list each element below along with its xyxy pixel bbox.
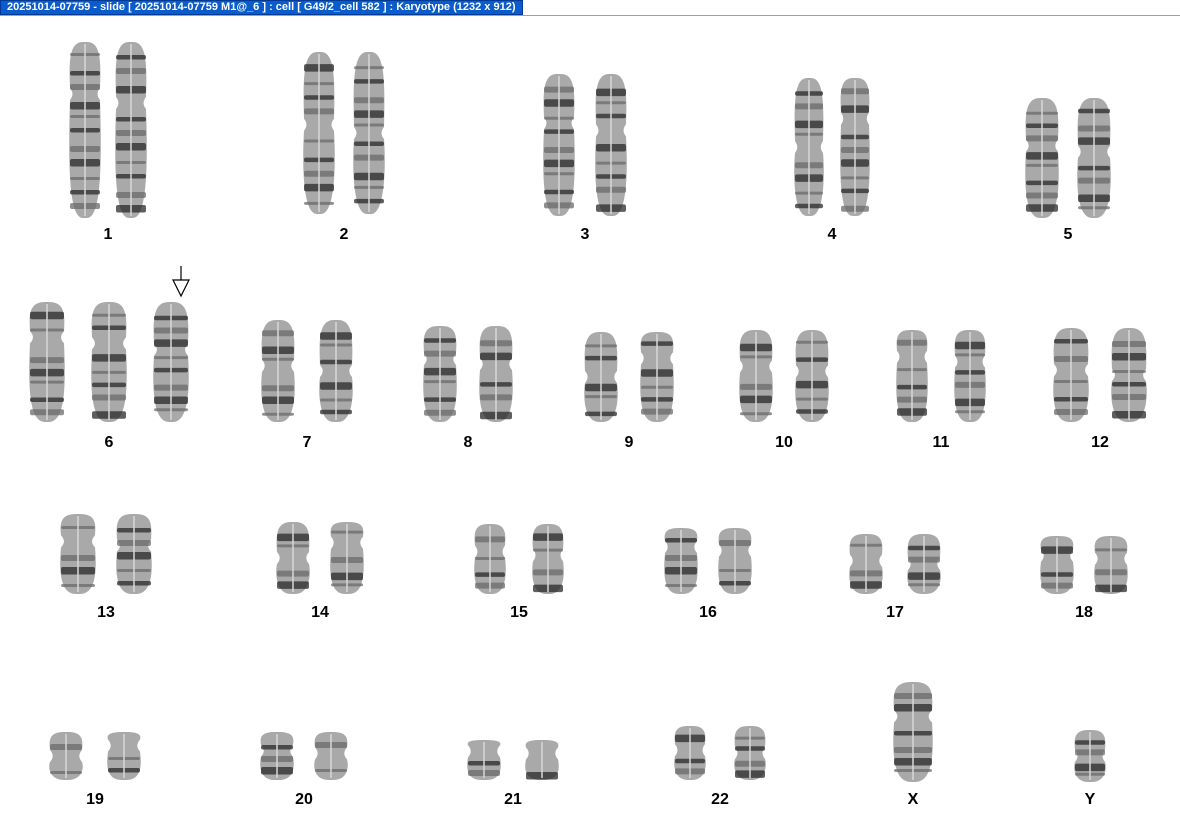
chromosome-label: 4	[827, 226, 837, 243]
chromosome[interactable]	[638, 330, 676, 424]
chromosome[interactable]	[89, 300, 129, 424]
chromosome[interactable]	[838, 76, 872, 218]
chromosome[interactable]	[113, 40, 149, 220]
chromosome[interactable]	[351, 50, 387, 216]
chromosome[interactable]	[105, 730, 143, 782]
chromosome-label: 21	[504, 791, 522, 808]
chromosome[interactable]	[1109, 326, 1149, 424]
chromosome-label: 22	[711, 791, 729, 808]
chromosome[interactable]	[58, 512, 98, 596]
chromosome-label: 5	[1063, 226, 1073, 243]
window-title[interactable]: 20251014-07759 - slide [ 20251014-07759 …	[0, 0, 523, 15]
chromosome[interactable]	[672, 724, 708, 782]
chromosome[interactable]	[259, 318, 297, 424]
chromosome[interactable]	[151, 300, 191, 424]
chromosome[interactable]	[582, 330, 620, 424]
title-bar: 20251014-07759 - slide [ 20251014-07759 …	[0, 0, 1180, 16]
chromosome[interactable]	[421, 324, 459, 424]
chromosome[interactable]	[301, 50, 337, 216]
chromosome-label: X	[907, 791, 919, 808]
chromosome[interactable]	[541, 72, 577, 218]
chromosome[interactable]	[793, 328, 831, 424]
chromosome[interactable]	[1051, 326, 1091, 424]
chromosome-label: 17	[886, 604, 904, 621]
chromosome-label: 13	[97, 604, 115, 621]
chromosome-label: 9	[624, 434, 634, 451]
chromosome-label: 2	[339, 226, 349, 243]
chromosome[interactable]	[274, 520, 312, 596]
chromosome[interactable]	[312, 730, 350, 782]
chromosome[interactable]	[67, 40, 103, 220]
karyotype-canvas: 1 2 3 4 5 6 7 8 9 10 11 12 13 14 15 16 17 18 19 20 21 22 X Y	[0, 16, 1180, 840]
chromosome[interactable]	[1072, 728, 1108, 784]
chromosome[interactable]	[258, 730, 296, 782]
chromosome[interactable]	[1038, 534, 1076, 596]
chromosome-label: 7	[302, 434, 312, 451]
chromosome[interactable]	[662, 526, 700, 596]
chromosome[interactable]	[894, 328, 930, 424]
chromosome[interactable]	[891, 680, 935, 784]
chromosome-label: 12	[1091, 434, 1109, 451]
chromosome[interactable]	[737, 328, 775, 424]
chromosome-label: 6	[104, 434, 114, 451]
chromosome-label: 11	[932, 434, 950, 451]
down-arrow-icon	[172, 266, 190, 298]
chromosome[interactable]	[952, 328, 988, 424]
chromosome-label: 8	[463, 434, 473, 451]
chromosome[interactable]	[1075, 96, 1113, 220]
chromosome[interactable]	[328, 520, 366, 596]
chromosome-label: 16	[699, 604, 717, 621]
chromosome[interactable]	[1023, 96, 1061, 220]
chromosome-label: 10	[775, 434, 793, 451]
chromosome[interactable]	[530, 522, 566, 596]
chromosome[interactable]	[905, 532, 943, 596]
chromosome[interactable]	[27, 300, 67, 424]
chromosome[interactable]	[465, 738, 503, 782]
chromosome-label: 15	[510, 604, 528, 621]
chromosome-label: 18	[1075, 604, 1093, 621]
chromosome-label: 14	[311, 604, 329, 621]
chromosome-label: 3	[580, 226, 590, 243]
chromosome-label: 19	[86, 791, 104, 808]
chromosome[interactable]	[716, 526, 754, 596]
chromosome[interactable]	[317, 318, 355, 424]
chromosome[interactable]	[523, 738, 561, 782]
chromosome[interactable]	[472, 522, 508, 596]
chromosome-label: 1	[103, 226, 113, 243]
chromosome[interactable]	[114, 512, 154, 596]
chromosome[interactable]	[47, 730, 85, 782]
chromosome[interactable]	[847, 532, 885, 596]
chromosome-label: Y	[1084, 791, 1096, 808]
chromosome[interactable]	[593, 72, 629, 218]
chromosome[interactable]	[732, 724, 768, 782]
chromosome[interactable]	[1092, 534, 1130, 596]
chromosome[interactable]	[792, 76, 826, 218]
chromosome[interactable]	[477, 324, 515, 424]
chromosome-label: 20	[295, 791, 313, 808]
